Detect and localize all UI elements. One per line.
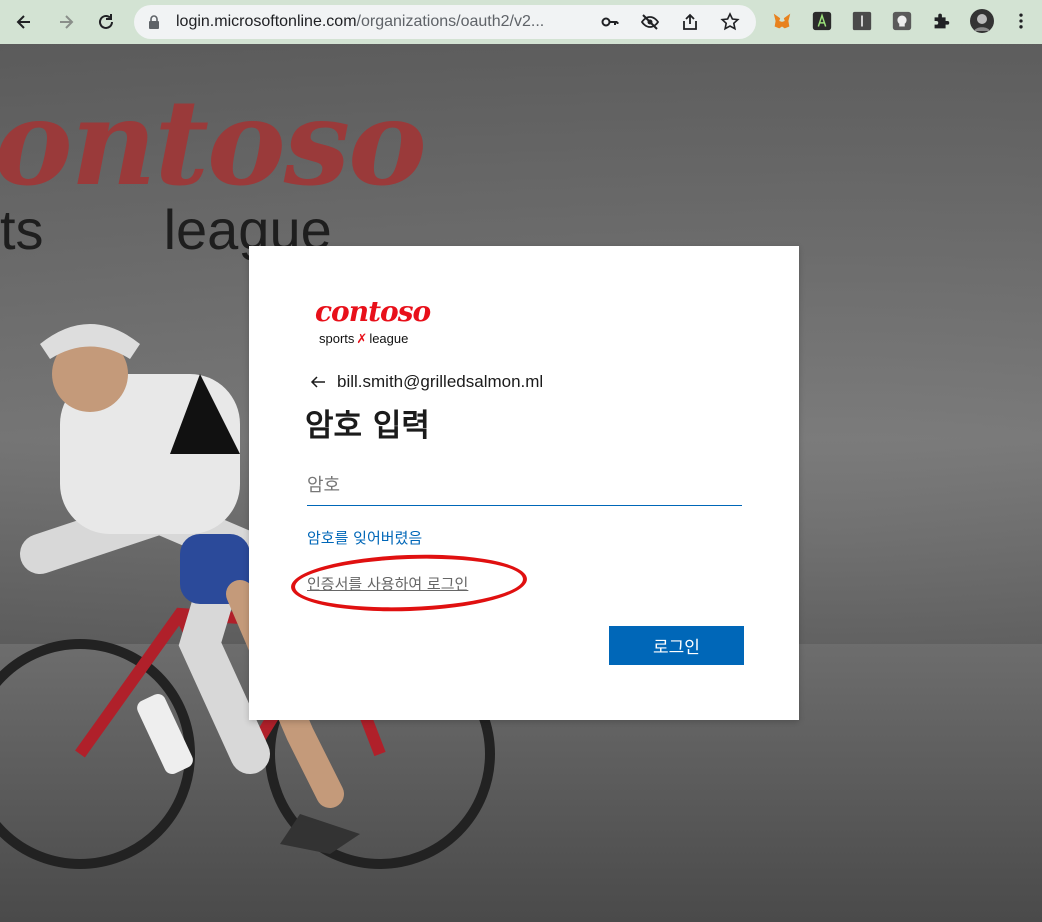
url-host: login.microsoftonline.com <box>176 13 357 30</box>
back-icon <box>16 15 30 29</box>
certificate-signin-link[interactable]: 인증서를 사용하여 로그인 <box>307 574 468 594</box>
logo-sub-left: sports <box>319 331 355 346</box>
star-icon[interactable] <box>720 12 740 32</box>
page-background: ontoso ts league contoso sports ✗ league bi… <box>0 44 1042 922</box>
forgot-password-link[interactable]: 암호를 잊어버렸음 <box>307 528 422 548</box>
eye-off-icon[interactable] <box>640 12 660 32</box>
share-icon[interactable] <box>680 12 700 32</box>
identity-banner[interactable]: bill.smith@grilledsalmon.ml <box>309 370 543 394</box>
address-bar[interactable]: login.microsoftonline.com/organizations/… <box>134 5 756 39</box>
background-sub-left: ts <box>0 198 44 261</box>
kebab-menu-icon[interactable] <box>1009 9 1033 33</box>
puzzle-icon[interactable] <box>929 9 953 33</box>
reload-button[interactable] <box>92 8 120 36</box>
forward-button[interactable] <box>52 8 80 36</box>
browser-toolbar: login.microsoftonline.com/organizations/… <box>0 0 1042 44</box>
signin-card: contoso sports ✗ league bill.smith@grilled… <box>249 246 799 720</box>
identity-email: bill.smith@grilledsalmon.ml <box>337 372 544 391</box>
key-icon[interactable] <box>600 12 620 32</box>
back-arrow-icon[interactable] <box>309 373 327 391</box>
logo-main-text: contoso <box>315 295 431 328</box>
back-button[interactable] <box>10 8 38 36</box>
page-title: 암호 입력 <box>305 408 430 444</box>
reload-icon <box>99 14 113 29</box>
profile-avatar[interactable] <box>970 9 994 33</box>
signin-button[interactable]: 로그인 <box>609 626 744 665</box>
extension-i-icon[interactable] <box>850 9 874 33</box>
extension-badge-icon[interactable] <box>890 9 914 33</box>
url-text[interactable]: login.microsoftonline.com/organizations/… <box>176 11 544 33</box>
extension-a-icon[interactable] <box>810 9 834 33</box>
password-input[interactable] <box>307 466 742 506</box>
forward-icon <box>60 15 74 29</box>
company-logo: contoso sports ✗ league <box>315 298 445 348</box>
background-brand-text: ontoso <box>0 73 427 212</box>
url-path: /organizations/oauth2/v2... <box>356 13 545 30</box>
logo-sub-text: sports ✗ league <box>319 332 408 345</box>
logo-sub-right: league <box>369 331 409 346</box>
lock-icon[interactable] <box>146 14 162 30</box>
runner-icon: ✗ <box>356 331 368 346</box>
metamask-icon[interactable] <box>770 9 794 33</box>
